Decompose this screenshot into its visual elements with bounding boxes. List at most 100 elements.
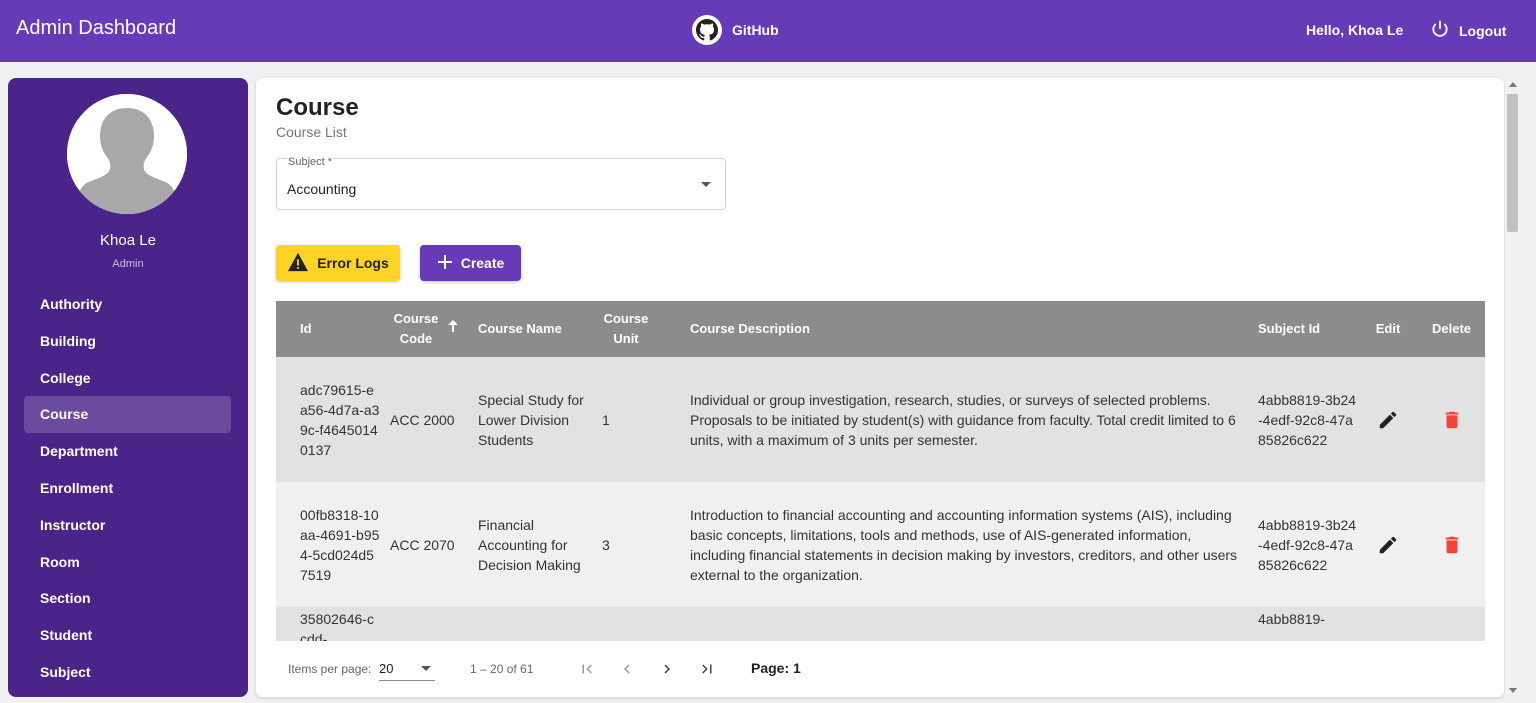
header-course-description[interactable]: Course Description [686,301,1258,357]
subject-select[interactable]: Subject * Accounting [276,156,726,210]
edit-cell [1358,482,1418,607]
course-table-container: Id Course Code Course Name Course Unit C… [276,301,1485,641]
delete-button[interactable] [1432,525,1472,565]
items-per-page-select[interactable]: 20 [379,655,435,681]
course-table: Id Course Code Course Name Course Unit C… [276,301,1485,641]
dropdown-arrow-icon [701,182,711,187]
first-page-button[interactable] [573,655,601,683]
plus-icon [437,254,453,273]
pencil-icon [1379,536,1397,553]
header-edit: Edit [1375,321,1401,336]
edit-cell [1358,357,1418,482]
sidebar-item-building[interactable]: Building [24,323,231,360]
github-label: GitHub [732,22,779,38]
cell-course-unit [598,607,686,641]
first-page-icon [582,664,592,674]
warning-icon [287,252,309,275]
avatar [67,94,187,214]
scroll-up-arrow-icon[interactable] [1509,82,1517,87]
cell-subject-id: 4abb8819- [1258,611,1325,627]
cell-subject-id: 4abb8819-3b24-4edf-92c8-47a85826c622 [1258,516,1357,573]
scrollbar-thumb[interactable] [1507,94,1518,232]
chevron-left-icon [624,664,630,674]
header-course-code[interactable]: Course Code [380,301,474,357]
trash-icon [1445,411,1458,428]
scroll-down-arrow-icon[interactable] [1509,688,1517,693]
cell-id: 00fb8318-10aa-4691-b954-5cd024d57519 [300,506,380,583]
sidebar-item-subject[interactable]: Subject [24,654,231,691]
sidebar-item-instructor[interactable]: Instructor [24,507,231,544]
sidebar-nav: Authority Building College Course Depart… [24,286,231,691]
cell-course-description [686,607,1258,641]
cell-course-code: ACC 2000 [390,411,455,428]
cell-course-name: Financial Accounting for Decision Making [478,516,581,573]
header-course-name[interactable]: Course Name [474,301,598,357]
header-delete: Delete [1431,321,1472,336]
cell-id: adc79615-ea56-4d7a-a39c-f46450140137 [300,381,380,458]
chevron-right-icon [664,664,670,674]
cell-course-unit: 1 [602,411,610,428]
subject-select-label: Subject * [287,156,334,168]
table-row[interactable]: 35802646-ccdd- 4abb8819- [276,607,1485,641]
header-course-unit[interactable]: Course Unit [598,301,686,357]
edit-button[interactable] [1368,525,1408,565]
main-content-card: Course Course List Subject * Accounting … [256,78,1504,697]
cell-course-description: Introduction to financial accounting and… [690,506,1238,583]
header-id[interactable]: Id [276,301,380,357]
trash-icon [1445,536,1458,553]
sidebar-item-room[interactable]: Room [24,544,231,581]
last-page-button[interactable] [693,655,721,683]
page-range: 1 – 20 of 61 [470,662,534,676]
header-course-code-label: Course Code [393,311,439,346]
sidebar-item-college[interactable]: College [24,360,231,397]
github-link[interactable]: GitHub [692,15,779,45]
greeting: Hello, Khoa Le [1306,22,1404,38]
sidebar-item-course[interactable]: Course [24,396,231,434]
github-icon [692,15,722,45]
create-button[interactable]: Create [420,245,521,281]
sidebar-item-section[interactable]: Section [24,580,231,617]
logout-label: Logout [1459,22,1507,39]
dropdown-arrow-icon [421,666,431,671]
cell-course-code [380,607,474,641]
user-role: Admin [112,258,144,270]
table-row[interactable]: 00fb8318-10aa-4691-b954-5cd024d57519 ACC… [276,482,1485,607]
header-subject-id[interactable]: Subject Id [1258,301,1358,357]
sort-arrow-up-icon [448,318,458,338]
pencil-icon [1379,411,1397,428]
page-title: Course [276,94,359,121]
top-app-bar: Admin Dashboard GitHub Hello, Khoa Le Lo… [0,0,1536,62]
subject-select-value: Accounting [287,181,357,197]
previous-page-button[interactable] [613,655,641,683]
table-header-row: Id Course Code Course Name Course Unit C… [276,301,1485,357]
edit-button[interactable] [1368,400,1408,440]
sidebar-item-student[interactable]: Student [24,617,231,654]
create-label: Create [460,255,505,271]
cell-course-name [474,607,598,641]
app-title: Admin Dashboard [16,17,177,39]
last-page-icon [702,664,712,674]
delete-cell [1418,357,1485,482]
page-number: Page: 1 [751,660,801,676]
delete-button[interactable] [1432,400,1472,440]
header-course-unit-label: Course Unit [603,311,649,346]
cell-id: 35802646-ccdd- [300,611,374,641]
table-row[interactable]: adc79615-ea56-4d7a-a39c-f46450140137 ACC… [276,357,1485,482]
error-logs-button[interactable]: Error Logs [276,245,400,281]
items-per-page-label: Items per page: [288,662,372,676]
page-scrollbar[interactable] [1505,78,1520,697]
next-page-button[interactable] [653,655,681,683]
cell-course-unit: 3 [602,536,610,553]
delete-cell [1418,607,1485,641]
items-per-page-value: 20 [379,661,394,676]
logout-button[interactable]: Logout [1430,19,1506,42]
sidebar-item-department[interactable]: Department [24,433,231,470]
delete-cell [1418,482,1485,607]
person-silhouette-icon [67,94,187,214]
sidebar: Khoa Le Admin Authority Building College… [8,78,248,697]
paginator: Items per page: 20 1 – 20 of 61 Page: 1 [276,641,1485,697]
sidebar-item-authority[interactable]: Authority [24,286,231,323]
page-subtitle: Course List [276,124,347,140]
edit-cell [1358,607,1418,641]
sidebar-item-enrollment[interactable]: Enrollment [24,470,231,507]
